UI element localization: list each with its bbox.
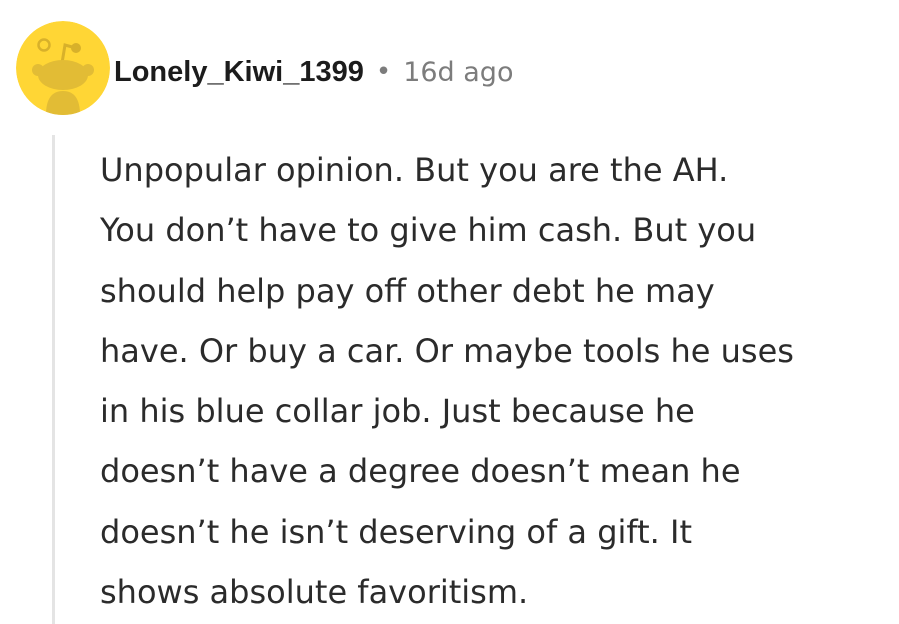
comment-body-line: have. Or buy a car. Or maybe tools he us… (100, 331, 794, 370)
comment-body-line: should help pay off other debt he may (100, 271, 715, 310)
comment-body-line: shows absolute favoritism. (100, 573, 529, 612)
comment-body-line: Unpopular opinion. But you are the AH. (100, 151, 729, 189)
comment-body-line: You don’t have to give him cash. But you (100, 211, 757, 250)
comment-body-line: in his blue collar job. Just because he (100, 392, 695, 431)
thread-collapse-line[interactable] (52, 135, 55, 624)
meta-separator: • (375, 57, 392, 87)
snoo-avatar-icon[interactable] (16, 21, 110, 115)
comment: Lonely_Kiwi_1399 • 16d ago Unpopular opi… (0, 0, 899, 624)
timestamp-link[interactable]: 16d ago (403, 57, 513, 88)
comment-body-line: doesn’t have a degree doesn’t mean he (100, 452, 741, 491)
username-link[interactable]: Lonely_Kiwi_1399 (114, 56, 364, 89)
comment-header: Lonely_Kiwi_1399 • 16d ago (114, 50, 513, 94)
comment-body: Unpopular opinion. But you are the AH. Y… (100, 140, 890, 622)
comment-body-line: doesn’t he isn’t deserving of a gift. It (100, 512, 692, 551)
